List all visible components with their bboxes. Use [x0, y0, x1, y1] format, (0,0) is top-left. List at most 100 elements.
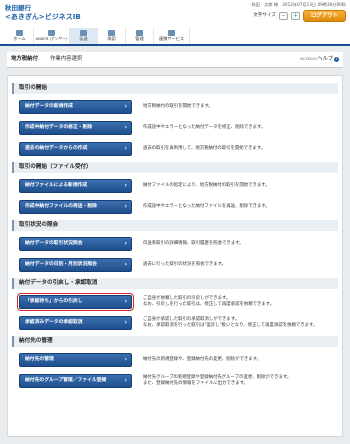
menu-description: 作成途中やエラーとなった納付ファイルを再送、削除できます。 [143, 204, 270, 210]
description-line: なお、承認取消を行った取引は"差戻し"扱いとなり、修正して再度承認を依頼できます… [143, 323, 318, 328]
section-title: 取引の開始 [12, 83, 338, 94]
menu-description: ご自身が依頼した取引の引戻しができます。 なお、引戻しを行った取引は、修正して再度… [143, 296, 274, 308]
chevron-right-icon: › [124, 182, 127, 190]
main-panel: 取引の開始納付データの新規作成 › 地方税納付の取引を開始できます。作成中納付データ… [7, 75, 343, 437]
nav-anser[interactable]: ANSER (アンサー) [34, 28, 70, 44]
chevron-right-icon: › [124, 240, 127, 248]
nav-label: ANSER (アンサー) [35, 36, 68, 42]
menu-button-label: 納付データの日別・月別状況照会 [25, 262, 97, 267]
font-decrease-button[interactable]: － [279, 12, 289, 21]
menu-button[interactable]: 納付データの新規作成 › [19, 100, 132, 114]
menu-button-label: 納付先のグループ管理／ファイル登録 [25, 378, 107, 383]
font-size-label: 文字サイズ [253, 13, 277, 19]
user-info: 秋田 太郎 様 2012年07月13日 09時30分00秒 [251, 2, 346, 7]
menu-row: 納付データの日別・月別状況照会 › 過去に行った取引の状況を照会できます。 [19, 256, 338, 274]
menu-button[interactable]: 納付データの日別・月別状況照会 › [19, 258, 132, 272]
title-bar: 地方税納付 作業内容選択 BCZK001 ヘルプ ? [7, 52, 343, 68]
description-line: 過去に行った取引の状況を照会できます。 [143, 262, 226, 268]
menu-button[interactable]: 納付ファイルによる新規作成 › [19, 179, 132, 193]
nav-label: 管理 [135, 36, 144, 42]
nav-management[interactable]: 管理 [126, 28, 154, 44]
menu-description: 地方税納付の取引を開始できます。 [143, 104, 213, 110]
menu-button-label: 納付データの新規作成 [25, 104, 73, 109]
nav-home[interactable]: ホーム [6, 28, 34, 44]
breadcrumb[interactable]: 地方税納付 [7, 56, 38, 63]
nav-approval[interactable]: 承認 [98, 28, 126, 44]
screen-id: BCZK001 [300, 57, 317, 62]
description-line: 過去の取引を再利用して、地方税納付の取引を開始できます。 [143, 146, 266, 152]
chevron-right-icon: › [124, 203, 127, 211]
menu-button[interactable]: 承認済みデータの承認取消 › [19, 316, 132, 330]
menu-button[interactable]: 納付先の管理 › [19, 353, 132, 367]
section-rows: 納付データの取引状況照会 › 伝送系取引の詳細情報、取引履歴を照会できます。 納付デー… [12, 231, 338, 274]
menu-row: 納付ファイルによる新規作成 › 納付ファイルの指定により、地方税納付の取引を開始でき… [19, 177, 338, 195]
menu-button[interactable]: 「承認待ち」からの引戻し › [17, 293, 134, 311]
chevron-right-icon: › [124, 298, 127, 306]
app-window: 秋田銀行 <あきぎん>ビジネスIB 秋田 太郎 様 2012年07月13日 09… [0, 0, 350, 444]
menu-button[interactable]: 納付データの取引状況照会 › [19, 237, 132, 251]
nav-label: 連携サービス [158, 36, 185, 42]
section: 取引の開始（ファイル受付） 納付ファイルによる新規作成 › 納付ファイルの指定により、… [12, 162, 338, 216]
section-rows: 納付データの新規作成 › 地方税納付の取引を開始できます。作成中納付データの修正・削… [12, 94, 338, 158]
menu-row: 過去の納付データからの作成 › 過去の取引を再利用して、地方税納付の取引を開始できま… [19, 140, 338, 158]
description-line: 伝送系取引の詳細情報、取引履歴を照会できます。 [143, 241, 244, 247]
chevron-right-icon: › [124, 124, 127, 132]
chevron-right-icon: › [124, 261, 127, 269]
menu-row: 納付先のグループ管理／ファイル登録 › 納付先グループの新規登録や登録納付先グループ… [19, 372, 338, 390]
description-line: なお、引戻しを行った取引は、修正して再度承認を依頼できます。 [143, 302, 275, 307]
menu-button[interactable]: 納付先のグループ管理／ファイル登録 › [19, 374, 132, 388]
section-title: 納付先の管理 [12, 336, 338, 347]
nav-label: 伝送 [79, 36, 88, 42]
section: 取引状況の照会納付データの取引状況照会 › 伝送系取引の詳細情報、取引履歴を照会でき… [12, 220, 338, 274]
section: 取引の開始納付データの新規作成 › 地方税納付の取引を開始できます。作成中納付データ… [12, 83, 338, 158]
menu-button[interactable]: 作成中納付データの修正・削除 › [19, 121, 132, 135]
menu-description: 過去に行った取引の状況を照会できます。 [143, 262, 226, 268]
menu-row: 承認済みデータの承認取消 › ご自身が承認した取引の承認取消しができます。 なお、承認… [19, 314, 338, 332]
menu-button-label: 納付ファイルによる新規作成 [25, 183, 88, 188]
menu-description: 納付先グループの新規登録や登録納付先グループの変更、削除ができます。 また、登録納… [143, 375, 291, 387]
menu-button-label: 納付データの取引状況照会 [25, 241, 83, 246]
help-label: ヘルプ [317, 56, 333, 63]
header: 秋田銀行 <あきぎん>ビジネスIB 秋田 太郎 様 2012年07月13日 09… [0, 0, 350, 28]
chevron-right-icon: › [124, 145, 127, 153]
chevron-right-icon: › [124, 356, 127, 364]
header-controls: 文字サイズ － ＋ ログアウト [252, 10, 346, 22]
menu-button-label: 過去の納付データからの作成 [25, 146, 88, 151]
service-name: <あきぎん>ビジネスIB [5, 13, 81, 21]
section-title: 取引の開始（ファイル受付） [12, 162, 338, 173]
menu-description: 納付ファイルの指定により、地方税納付の取引を開始できます。 [143, 183, 270, 189]
menu-button[interactable]: 過去の納付データからの作成 › [19, 142, 132, 156]
description-line: 作成途中やエラーとなった納付データを修正、削除できます。 [143, 125, 266, 131]
description-line: また、登録納付先の情報をファイルに出力できます。 [143, 381, 248, 386]
menu-row: 作成中納付データの修正・削除 › 作成途中やエラーとなった納付データを修正、削除でき… [19, 119, 338, 137]
font-increase-button[interactable]: ＋ [291, 12, 301, 21]
menu-button-label: 作成中納付ファイルの再送・削除 [25, 204, 97, 209]
menu-row: 納付先の管理 › 納付先の新規登録や、登録納付先の変更、削除ができます。 [19, 351, 338, 369]
menu-row: 納付データの取引状況照会 › 伝送系取引の詳細情報、取引履歴を照会できます。 [19, 235, 338, 253]
menu-row: 作成中納付ファイルの再送・削除 › 作成途中やエラーとなった納付ファイルを再送、削除… [19, 198, 338, 216]
chevron-right-icon: › [124, 377, 127, 385]
chevron-right-icon: › [124, 103, 127, 111]
logout-button[interactable]: ログアウト [303, 10, 346, 22]
nav-link-service[interactable]: 連携サービス [154, 28, 190, 44]
help-link[interactable]: ヘルプ ? [317, 56, 339, 63]
menu-button[interactable]: 作成中納付ファイルの再送・削除 › [19, 200, 132, 214]
section-rows: 納付先の管理 › 納付先の新規登録や、登録納付先の変更、削除ができます。納付先のグル… [12, 347, 338, 390]
help-icon: ? [334, 57, 339, 62]
menu-button-label: 承認済みデータの承認取消 [25, 320, 83, 325]
section: 納付先の管理納付先の管理 › 納付先の新規登録や、登録納付先の変更、削除ができます。… [12, 336, 338, 390]
description-line: 地方税納付の取引を開始できます。 [143, 104, 213, 110]
description-line: 作成途中やエラーとなった納付ファイルを再送、削除できます。 [143, 204, 270, 210]
menu-description: 伝送系取引の詳細情報、取引履歴を照会できます。 [143, 241, 244, 247]
section-rows: 納付ファイルによる新規作成 › 納付ファイルの指定により、地方税納付の取引を開始でき… [12, 173, 338, 216]
menu-description: 納付先の新規登録や、登録納付先の変更、削除ができます。 [143, 357, 261, 363]
section-rows: 「承認待ち」からの引戻し › ご自身が依頼した取引の引戻しができます。 なお、引戻しを… [12, 289, 338, 332]
nav-label: 承認 [107, 36, 116, 42]
global-nav: ホーム ANSER (アンサー) 伝送 承認 管理 連携サービス [0, 28, 350, 46]
page-title: 作業内容選択 [49, 56, 83, 63]
section-title: 納付データの引戻し・承認取消 [12, 278, 338, 289]
nav-transfer[interactable]: 伝送 [70, 28, 98, 44]
section-title: 取引状況の照会 [12, 220, 338, 231]
menu-description: 過去の取引を再利用して、地方税納付の取引を開始できます。 [143, 146, 265, 152]
chevron-right-icon: › [124, 319, 127, 327]
